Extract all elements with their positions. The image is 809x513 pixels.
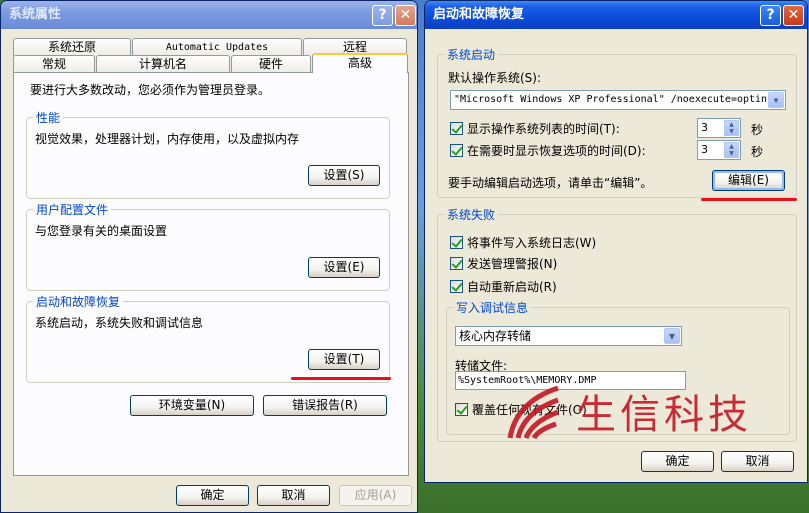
environment-variables-button[interactable]: 环境变量(N): [130, 395, 254, 416]
performance-group: 性能 视觉效果，处理器计划，内存使用，以及虚拟内存 设置(S): [26, 109, 390, 199]
watermark-text: 生信科技: [576, 392, 752, 438]
system-startup-group: 系统启动 默认操作系统(S): "Microsoft Windows XP Pr…: [437, 46, 797, 198]
debug-info-select[interactable]: 核心内存转储 ▼: [455, 326, 682, 346]
edit-hint: 要手动编辑启动选项，请单击“编辑”。: [448, 176, 653, 190]
close-icon[interactable]: ✕: [783, 5, 804, 26]
checkbox-icon[interactable]: [450, 280, 463, 293]
system-startup-label: 系统启动: [444, 46, 499, 63]
title-bar[interactable]: 系统属性 ? ✕: [1, 1, 417, 29]
show-os-list-checkbox[interactable]: 显示操作系统列表的时间(T):: [450, 120, 620, 137]
help-icon[interactable]: ?: [760, 5, 781, 26]
default-os-select[interactable]: "Microsoft Windows XP Professional" /noe…: [450, 90, 786, 110]
startup-recovery-settings-button[interactable]: 设置(T): [308, 349, 380, 370]
startup-recovery-label: 启动和故障恢复: [33, 293, 124, 310]
seconds-label: 秒: [751, 123, 764, 137]
show-recovery-checkbox[interactable]: 在需要时显示恢复选项的时间(D):: [450, 142, 646, 159]
spinner-arrows-icon[interactable]: ▲ ▼: [724, 120, 739, 136]
checkbox-icon[interactable]: [450, 144, 463, 157]
performance-settings-button[interactable]: 设置(S): [308, 165, 380, 186]
performance-label: 性能: [33, 109, 64, 126]
watermark-logo: 生信科技: [506, 380, 806, 440]
cancel-button[interactable]: 取消: [721, 451, 794, 472]
checkbox-icon[interactable]: [450, 257, 463, 270]
startup-recovery-desc: 系统启动，系统失败和调试信息: [35, 316, 204, 330]
help-icon[interactable]: ?: [372, 5, 393, 26]
tab-panel-advanced: 要进行大多数改动，您必须作为管理员登录。 性能 视觉效果，处理器计划，内存使用，…: [13, 72, 409, 476]
admin-notice: 要进行大多数改动，您必须作为管理员登录。: [30, 83, 271, 97]
checkbox-icon[interactable]: [455, 403, 468, 416]
startup-recovery-group: 启动和故障恢复 系统启动，系统失败和调试信息 设置(T): [26, 293, 391, 383]
user-profiles-desc: 与您登录有关的桌面设置: [35, 224, 168, 238]
close-icon[interactable]: ✕: [395, 5, 416, 26]
tab-system-restore[interactable]: 系统还原: [13, 38, 131, 56]
apply-button[interactable]: 应用(A): [339, 485, 412, 506]
debug-info-label: 写入调试信息: [453, 299, 532, 316]
auto-restart-checkbox[interactable]: 自动重新启动(R): [450, 278, 557, 295]
performance-desc: 视觉效果，处理器计划，内存使用，以及虚拟内存: [35, 132, 300, 146]
signal-arcs-icon: [507, 385, 559, 440]
user-profiles-group: 用户配置文件 与您登录有关的桌面设置 设置(E): [26, 201, 390, 291]
show-os-list-spinner[interactable]: 3 ▲ ▼: [697, 118, 741, 138]
system-failure-label: 系统失败: [444, 206, 499, 223]
chevron-down-icon[interactable]: ▼: [664, 328, 680, 344]
show-recovery-spinner[interactable]: 3 ▲ ▼: [697, 140, 741, 160]
error-reporting-button[interactable]: 错误报告(R): [263, 395, 387, 416]
edit-button[interactable]: 编辑(E): [712, 170, 785, 191]
user-profiles-label: 用户配置文件: [33, 201, 112, 218]
user-profiles-settings-button[interactable]: 设置(E): [308, 257, 380, 278]
seconds-label: 秒: [751, 145, 764, 159]
system-properties-dialog: 系统属性 ? ✕ 系统还原 Automatic Updates 远程 常规 计算…: [0, 0, 418, 513]
chevron-down-icon[interactable]: ▼: [768, 92, 784, 108]
tab-general[interactable]: 常规: [13, 55, 95, 73]
checkbox-icon[interactable]: [450, 122, 463, 135]
cancel-button[interactable]: 取消: [257, 485, 330, 506]
tab-advanced[interactable]: 高级: [312, 53, 408, 73]
send-alert-checkbox[interactable]: 发送管理警报(N): [450, 255, 557, 272]
dialog-title: 启动和故障恢复: [433, 7, 525, 22]
tab-hardware[interactable]: 硬件: [231, 55, 311, 73]
spinner-arrows-icon[interactable]: ▲ ▼: [724, 142, 739, 158]
red-underline: [701, 198, 797, 201]
ok-button[interactable]: 确定: [176, 485, 249, 506]
dialog-title: 系统属性: [9, 7, 62, 22]
tab-computer-name[interactable]: 计算机名: [96, 55, 230, 73]
title-bar[interactable]: 启动和故障恢复 ? ✕: [425, 1, 807, 29]
write-event-log-checkbox[interactable]: 将事件写入系统日志(W): [450, 234, 596, 251]
tab-automatic-updates[interactable]: Automatic Updates: [132, 38, 302, 56]
red-underline: [291, 377, 391, 380]
default-os-label: 默认操作系统(S):: [448, 71, 542, 85]
ok-button[interactable]: 确定: [641, 451, 714, 472]
checkbox-icon[interactable]: [450, 236, 463, 249]
